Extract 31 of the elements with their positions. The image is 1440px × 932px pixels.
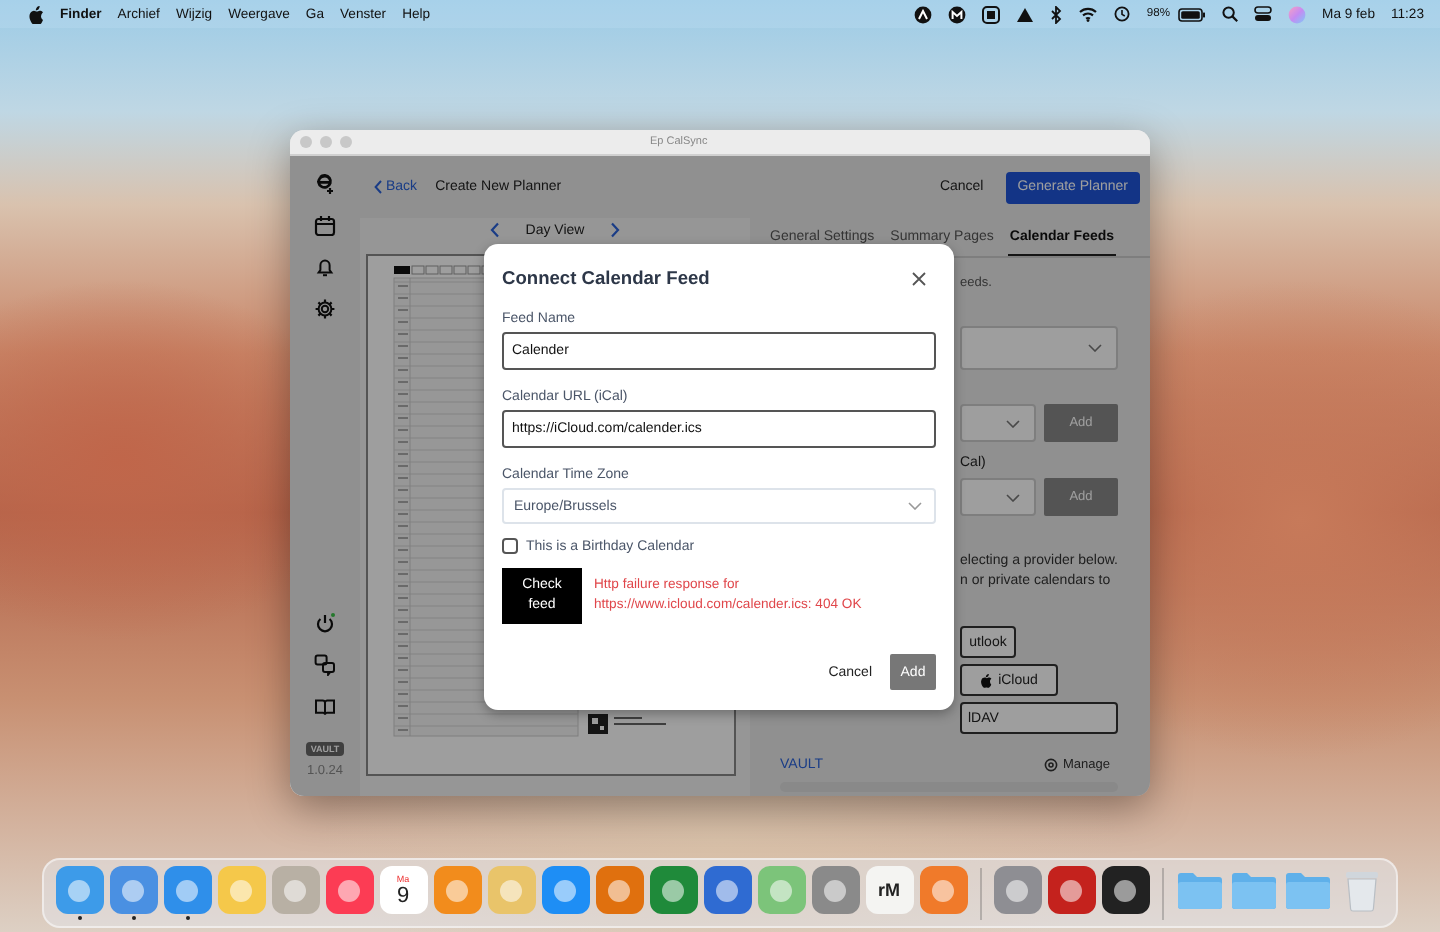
chevron-down-icon[interactable] — [1088, 344, 1102, 352]
control-center-icon[interactable] — [1254, 6, 1273, 22]
power-icon[interactable] — [314, 612, 336, 634]
chevron-down-icon[interactable] — [1006, 493, 1020, 501]
status-icon[interactable] — [982, 5, 1001, 23]
apple-logo-icon — [980, 673, 993, 687]
speech-bubbles-icon[interactable] — [314, 654, 336, 676]
checkbox[interactable] — [502, 538, 518, 554]
chevron-right-icon[interactable] — [610, 222, 621, 238]
wifi-icon[interactable] — [1078, 6, 1099, 22]
app-icon[interactable] — [1101, 866, 1149, 914]
lettered-app-icon[interactable]: rM — [865, 866, 913, 914]
triangle-icon[interactable] — [1016, 5, 1035, 23]
dialog-title: Connect Calendar Feed — [502, 268, 710, 288]
status-icon[interactable] — [948, 5, 967, 23]
close-icon[interactable] — [912, 271, 926, 285]
bell-icon[interactable] — [314, 256, 336, 278]
chevron-left-icon — [374, 180, 382, 194]
battery-icon[interactable] — [1178, 7, 1207, 21]
chevron-down-icon[interactable] — [1006, 419, 1020, 427]
status-icon[interactable] — [914, 5, 933, 23]
logo-icon[interactable] — [314, 172, 336, 194]
chevron-down-icon — [908, 502, 922, 510]
calendar-day-label: 9 — [396, 883, 410, 907]
search-icon[interactable] — [1222, 6, 1239, 22]
bluetooth-icon[interactable] — [1050, 5, 1063, 23]
clock-icon[interactable] — [1114, 6, 1131, 22]
apple-logo-icon[interactable] — [28, 5, 44, 23]
book-icon[interactable] — [314, 696, 336, 718]
calendar-icon[interactable] — [314, 214, 336, 236]
chevron-left-icon[interactable] — [489, 222, 500, 238]
